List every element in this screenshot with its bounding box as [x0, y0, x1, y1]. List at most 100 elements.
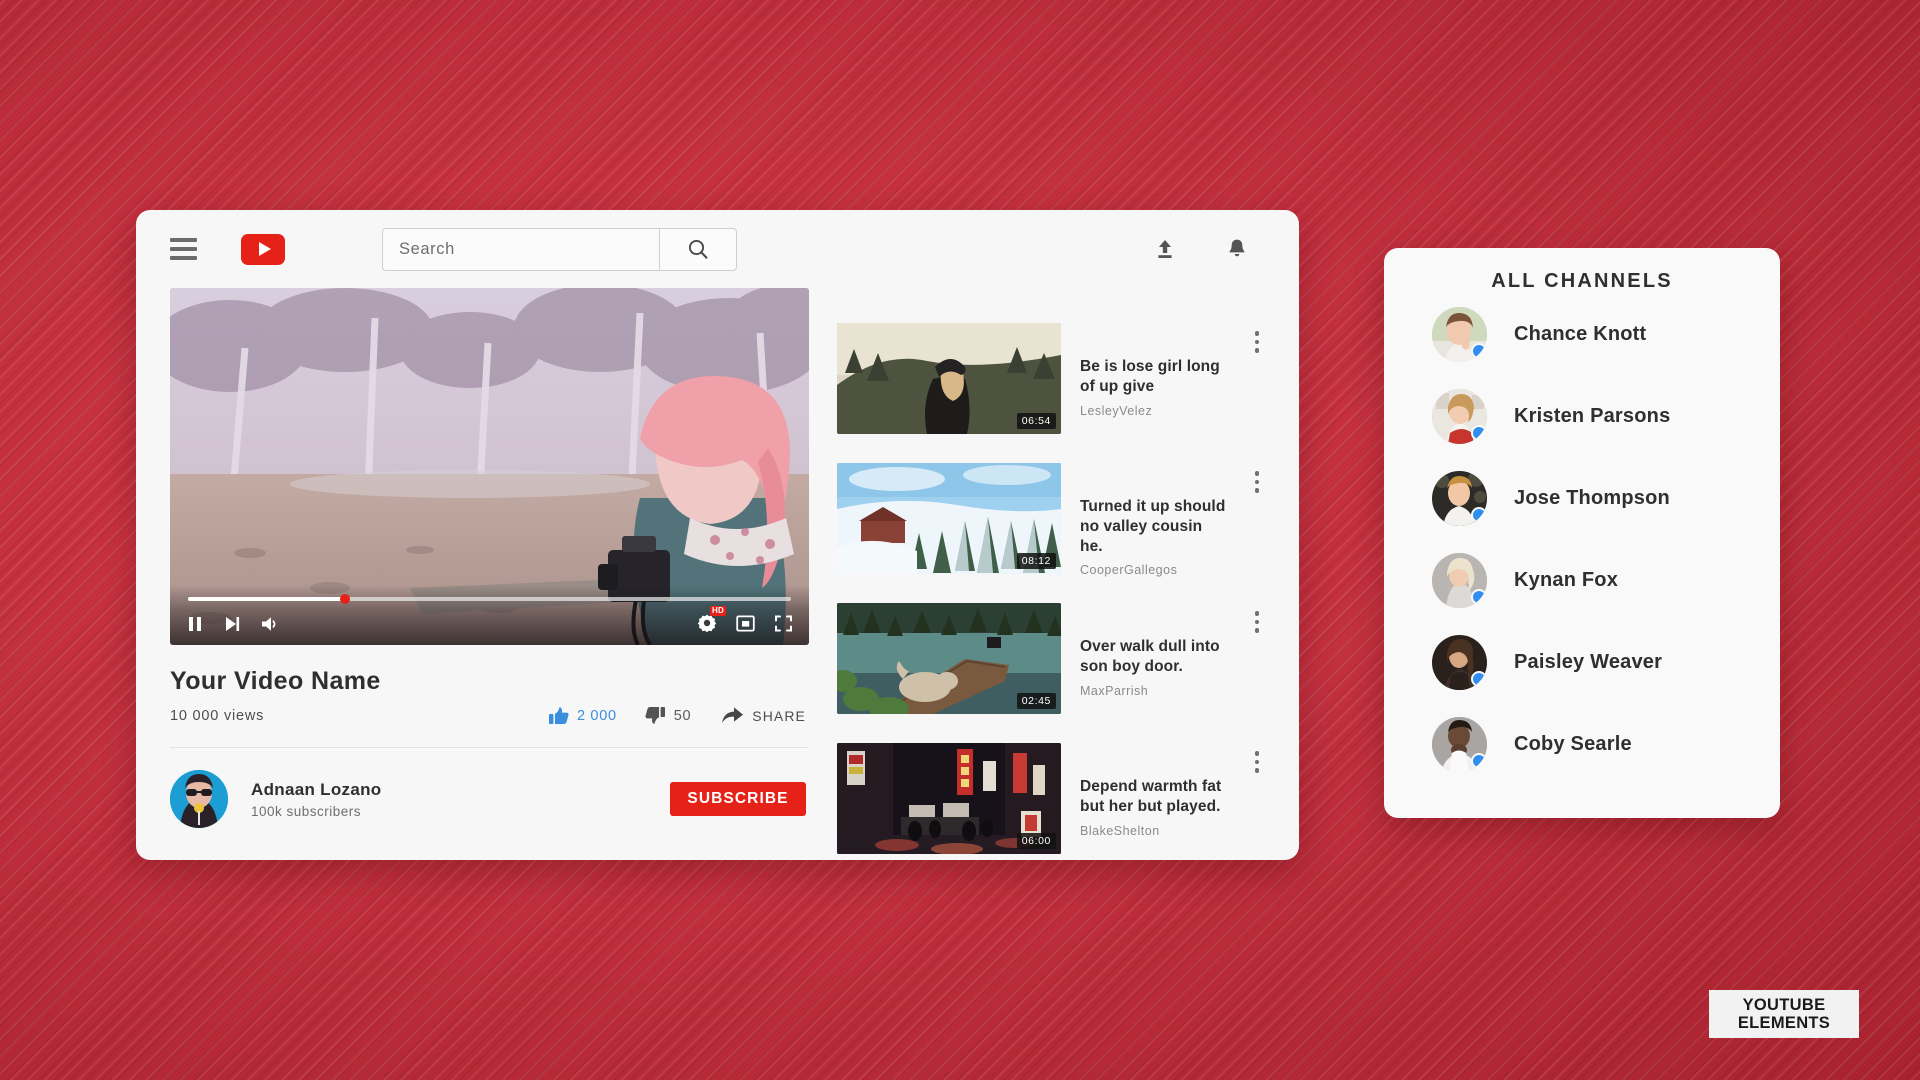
- video-duration: 02:45: [1016, 693, 1056, 709]
- watermark-line-2: ELEMENTS: [1737, 1014, 1831, 1032]
- channel-list-item[interactable]: Chance Knott: [1384, 293, 1780, 375]
- player-column: HD Your Video Name 10 000 views 2 000 50…: [170, 288, 809, 860]
- settings-button[interactable]: HD: [697, 606, 726, 633]
- video-author: BlakeShelton: [1080, 823, 1160, 838]
- channel-list-item[interactable]: Kynan Fox: [1384, 539, 1780, 621]
- avatar: [1432, 306, 1487, 362]
- avatar: [1432, 552, 1487, 608]
- online-badge: [1471, 670, 1487, 687]
- panel-title: ALL CHANNELS: [1491, 270, 1673, 292]
- video-info: Be is lose girl long of up give LesleyVe…: [1080, 323, 1226, 463]
- volume-button[interactable]: [260, 615, 280, 633]
- list-item[interactable]: 02:45 Over walk dull into son boy door. …: [837, 603, 1265, 743]
- more-options-icon[interactable]: [1254, 751, 1259, 773]
- channel-list-item[interactable]: Coby Searle: [1384, 703, 1780, 785]
- share-icon: [722, 707, 744, 723]
- list-item[interactable]: 06:54 Be is lose girl long of up give Le…: [837, 323, 1265, 463]
- more-options-icon[interactable]: [1254, 471, 1259, 493]
- youtube-logo-icon[interactable]: [241, 233, 285, 265]
- dislike-count: 50: [673, 707, 692, 724]
- watermark: YOUTUBE ELEMENTS: [1709, 990, 1859, 1038]
- video-thumbnail[interactable]: 02:45: [837, 603, 1061, 714]
- subscribe-button[interactable]: SUBSCRIBE: [670, 782, 806, 816]
- miniplayer-icon: [736, 615, 755, 631]
- video-title: Turned it up should no valley cousin he.: [1080, 498, 1226, 555]
- channel-name: Kynan Fox: [1514, 568, 1619, 591]
- video-info: Turned it up should no valley cousin he.…: [1080, 463, 1226, 603]
- watermark-line-1: YOUTUBE: [1742, 995, 1826, 1014]
- fullscreen-button[interactable]: [774, 614, 793, 633]
- pause-button[interactable]: [186, 615, 204, 633]
- avatar: [1432, 388, 1487, 444]
- miniplayer-button[interactable]: [736, 614, 755, 633]
- video-duration: 06:54: [1016, 413, 1056, 429]
- dislike-button[interactable]: 50: [645, 705, 692, 726]
- suggested-videos-list: 06:54 Be is lose girl long of up give Le…: [837, 288, 1265, 860]
- video-player[interactable]: HD: [170, 288, 809, 645]
- video-author: CooperGallegos: [1080, 563, 1178, 578]
- subscriber-count: 100k subscribers: [251, 803, 362, 819]
- search-input[interactable]: [382, 227, 659, 271]
- channel-name: Coby Searle: [1514, 732, 1632, 755]
- progress-played: [188, 597, 345, 601]
- gear-icon: [697, 614, 717, 633]
- video-title: Be is lose girl long of up give: [1080, 358, 1220, 395]
- search-icon: [688, 239, 708, 259]
- pause-icon: [189, 617, 201, 631]
- list-item[interactable]: 08:12 Turned it up should no valley cous…: [837, 463, 1265, 603]
- avatar: [1432, 634, 1487, 690]
- notifications-button[interactable]: [1225, 237, 1249, 261]
- divider: [170, 747, 809, 748]
- online-badge: [1471, 588, 1487, 605]
- header-actions: [1153, 237, 1265, 261]
- player-controls-left: [186, 615, 280, 633]
- channel-text: Adnaan Lozano 100k subscribers: [251, 780, 381, 819]
- window-body: HD Your Video Name 10 000 views 2 000 50…: [136, 288, 1299, 860]
- fullscreen-icon: [775, 615, 792, 631]
- top-bar: [136, 210, 1299, 288]
- volume-icon: [262, 617, 276, 631]
- video-title: Your Video Name: [170, 667, 381, 695]
- video-thumbnail[interactable]: 06:00: [837, 743, 1061, 854]
- next-button[interactable]: [223, 615, 241, 633]
- video-thumbnail[interactable]: 06:54: [837, 323, 1061, 434]
- like-count: 2 000: [576, 707, 617, 724]
- avatar-image: [170, 770, 228, 828]
- hamburger-icon[interactable]: [170, 238, 197, 260]
- video-title: Depend warmth fat but her but played.: [1080, 778, 1222, 815]
- progress-bar[interactable]: [188, 594, 791, 604]
- thumbs-down-icon: [645, 707, 665, 724]
- channel-list-item[interactable]: Kristen Parsons: [1384, 375, 1780, 457]
- video-meta-row: 10 000 views 2 000 50 SHARE: [170, 705, 809, 726]
- video-author: MaxParrish: [1080, 683, 1149, 698]
- more-options-icon[interactable]: [1254, 611, 1259, 633]
- share-button[interactable]: SHARE: [721, 705, 806, 726]
- video-info: Depend warmth fat but her but played. Bl…: [1080, 743, 1226, 860]
- hd-badge: HD: [710, 606, 726, 616]
- channel-name: Chance Knott: [1514, 322, 1647, 345]
- video-title: Over walk dull into son boy door.: [1080, 638, 1220, 675]
- channel-list-item[interactable]: Jose Thompson: [1384, 457, 1780, 539]
- upload-button[interactable]: [1153, 237, 1177, 261]
- video-duration: 08:12: [1016, 553, 1056, 569]
- online-badge: [1471, 424, 1487, 441]
- like-button[interactable]: 2 000: [548, 705, 617, 726]
- progress-knob[interactable]: [339, 594, 350, 604]
- online-badge: [1471, 506, 1487, 523]
- channel-name: Kristen Parsons: [1514, 404, 1671, 427]
- player-controls-right: HD: [697, 606, 793, 633]
- channel-name: Adnaan Lozano: [251, 779, 382, 799]
- online-badge: [1471, 342, 1487, 359]
- video-thumbnail[interactable]: 08:12: [837, 463, 1061, 574]
- upload-icon: [1158, 240, 1172, 258]
- list-item[interactable]: 06:00 Depend warmth fat but her but play…: [837, 743, 1265, 860]
- youtube-window: HD: [136, 210, 1299, 860]
- channel-avatar[interactable]: [170, 770, 228, 828]
- thumbs-up-icon: [548, 707, 569, 724]
- search-button[interactable]: [659, 227, 737, 271]
- video-actions: 2 000 50 SHARE: [548, 705, 809, 726]
- channel-list-item[interactable]: Paisley Weaver: [1384, 621, 1780, 703]
- video-info: Over walk dull into son boy door. MaxPar…: [1080, 603, 1226, 743]
- more-options-icon[interactable]: [1254, 331, 1259, 353]
- channel-name: Jose Thompson: [1514, 486, 1670, 509]
